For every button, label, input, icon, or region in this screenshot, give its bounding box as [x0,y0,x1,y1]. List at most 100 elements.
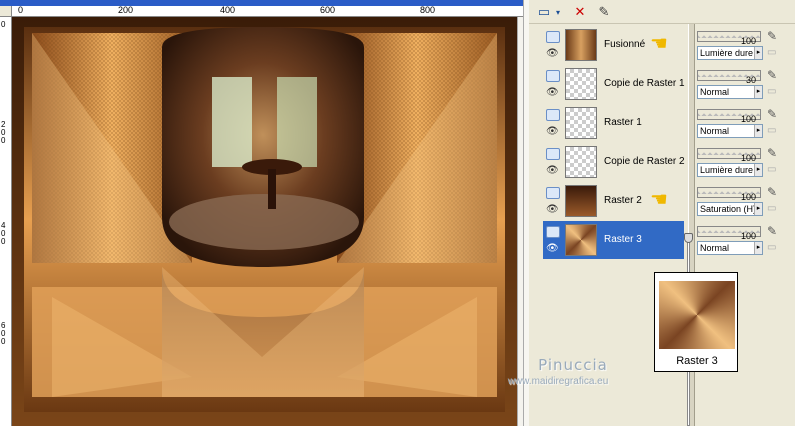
layer-thumbnail [565,29,597,61]
eye-icon[interactable]: 👁 [546,48,559,59]
opacity-value: 100 [740,231,756,241]
chevron-right-icon[interactable]: ▸ [754,47,762,59]
layer-row[interactable]: 👁 Fusionné ☚ [543,26,684,64]
brush-icon[interactable]: ✎ [767,68,777,82]
new-layer-icon[interactable]: ▭ [533,2,555,22]
eye-icon[interactable]: 👁 [546,165,559,176]
watermark-name: Pinuccia [538,356,608,374]
blend-mode-value: Saturation (H) [700,204,757,214]
opacity-value: 100 [740,114,756,124]
layer-thumbnail [565,68,597,100]
opacity-slider[interactable]: 100 [697,148,761,163]
ruler-label: 400 [220,5,236,15]
ruler-label: 6 0 0 [1,321,6,346]
layer-row[interactable]: 👁 Raster 1 [543,104,684,142]
delete-layer-icon[interactable]: ✕ [569,2,591,22]
layer-name: Raster 1 [604,117,642,128]
layer-row[interactable]: 👁 Copie de Raster 1 [543,65,685,103]
layers-toolbar: ▭ ▾ ✕ ✎ [529,0,795,24]
opacity-slider[interactable]: 100 [697,31,761,46]
chevron-right-icon[interactable]: ▸ [754,86,762,98]
lock-icon[interactable]: ▭ [767,164,776,175]
brush-icon[interactable]: ✎ [767,146,777,160]
opacity-value: 100 [740,192,756,202]
layer-thumbnail [565,146,597,178]
eye-icon[interactable]: 👁 [546,243,559,254]
layer-thumbnail [565,185,597,217]
brush-icon[interactable]: ✎ [767,107,777,121]
layer-props-row: 100 Saturation (H) ▸ ✎ ▭ [695,182,795,220]
canvas-image[interactable] [12,17,517,426]
chevron-down-icon[interactable]: ▾ [553,2,563,22]
layer-row[interactable]: 👁 Copie de Raster 2 [543,143,685,181]
layer-preview-label: Raster 3 [676,355,718,367]
ruler-label: 2 0 0 [1,120,6,145]
blend-mode-select[interactable]: Lumière dure ▸ [697,163,763,177]
layer-row-selected[interactable]: 👁 Raster 3 [543,221,684,259]
opacity-slider[interactable]: 100 [697,187,761,202]
brush-icon[interactable]: ✎ [767,29,777,43]
layer-visibility-icon[interactable] [546,148,560,160]
blend-mode-value: Normal [700,87,730,97]
opacity-value: 30 [745,75,756,85]
eye-icon[interactable]: 👁 [546,126,559,137]
opacity-value: 100 [740,153,756,163]
lock-icon[interactable]: ▭ [767,125,776,136]
layer-visibility-icon[interactable] [546,70,560,82]
chevron-right-icon[interactable]: ▸ [754,164,762,176]
layer-name: Copie de Raster 1 [604,78,685,89]
blend-mode-value: Normal [700,243,730,253]
layer-visibility-icon[interactable] [546,109,560,121]
blend-mode-select[interactable]: Normal ▸ [697,241,763,255]
lock-icon[interactable]: ▭ [767,242,776,253]
chevron-right-icon[interactable]: ▸ [754,125,762,137]
layer-name: Copie de Raster 2 [604,156,685,167]
layer-preview-tooltip: Raster 3 [654,272,738,372]
horizontal-ruler: 0 200 400 600 800 [12,6,523,17]
pointing-hand-icon: ☚ [650,33,668,55]
layer-props-row: 30 Normal ▸ ✎ ▭ [695,65,795,103]
watermark-url: www.maidiregrafica.eu [507,376,609,387]
opacity-slider[interactable]: 100 [697,109,761,124]
lock-icon[interactable]: ▭ [767,86,776,97]
layer-name: Raster 3 [604,234,642,245]
scroll-thumb[interactable] [684,233,693,243]
blend-mode-select[interactable]: Normal ▸ [697,85,763,99]
ruler-corner [0,6,12,17]
layer-preview-image [659,281,735,349]
opacity-value: 100 [740,36,756,46]
blend-mode-value: Lumière dure [700,165,754,175]
layer-thumbnail [565,107,597,139]
blend-mode-select[interactable]: Lumière dure ▸ [697,46,763,60]
composition-artwork [12,17,517,426]
blend-mode-select[interactable]: Saturation (H) ▸ [697,202,763,216]
vertical-ruler: 0 2 0 0 4 0 0 6 0 0 [0,17,12,426]
blend-mode-value: Normal [700,126,730,136]
chevron-right-icon[interactable]: ▸ [754,242,762,254]
chevron-right-icon[interactable]: ▸ [754,203,762,215]
brush-icon[interactable]: ✎ [767,224,777,238]
layer-visibility-icon[interactable] [546,31,560,43]
layer-props-row: 100 Lumière dure ▸ ✎ ▭ [695,26,795,64]
layer-props-row: 100 Normal ▸ ✎ ▭ [695,221,795,259]
ruler-label: 600 [320,5,336,15]
lock-icon[interactable]: ▭ [767,203,776,214]
layer-visibility-icon[interactable] [546,226,560,238]
ruler-label: 0 [18,5,24,15]
layer-thumbnail [565,224,597,256]
brush-icon[interactable]: ✎ [767,185,777,199]
eye-icon[interactable]: 👁 [546,204,559,215]
edit-selection-icon[interactable]: ✎ [593,2,615,22]
ruler-label: 4 0 0 [1,221,6,246]
ruler-label: 200 [118,5,134,15]
opacity-slider[interactable]: 30 [697,70,761,85]
canvas-area[interactable]: 0 200 400 600 800 0 2 0 0 4 0 0 6 0 0 [0,0,523,426]
eye-icon[interactable]: 👁 [546,87,559,98]
lock-icon[interactable]: ▭ [767,47,776,58]
opacity-slider[interactable]: 100 [697,226,761,241]
layer-props-row: 100 Normal ▸ ✎ ▭ [695,104,795,142]
blend-mode-select[interactable]: Normal ▸ [697,124,763,138]
layer-name: Fusionné [604,39,646,50]
layer-row[interactable]: 👁 Raster 2 ☚ [543,182,684,220]
layer-visibility-icon[interactable] [546,187,560,199]
